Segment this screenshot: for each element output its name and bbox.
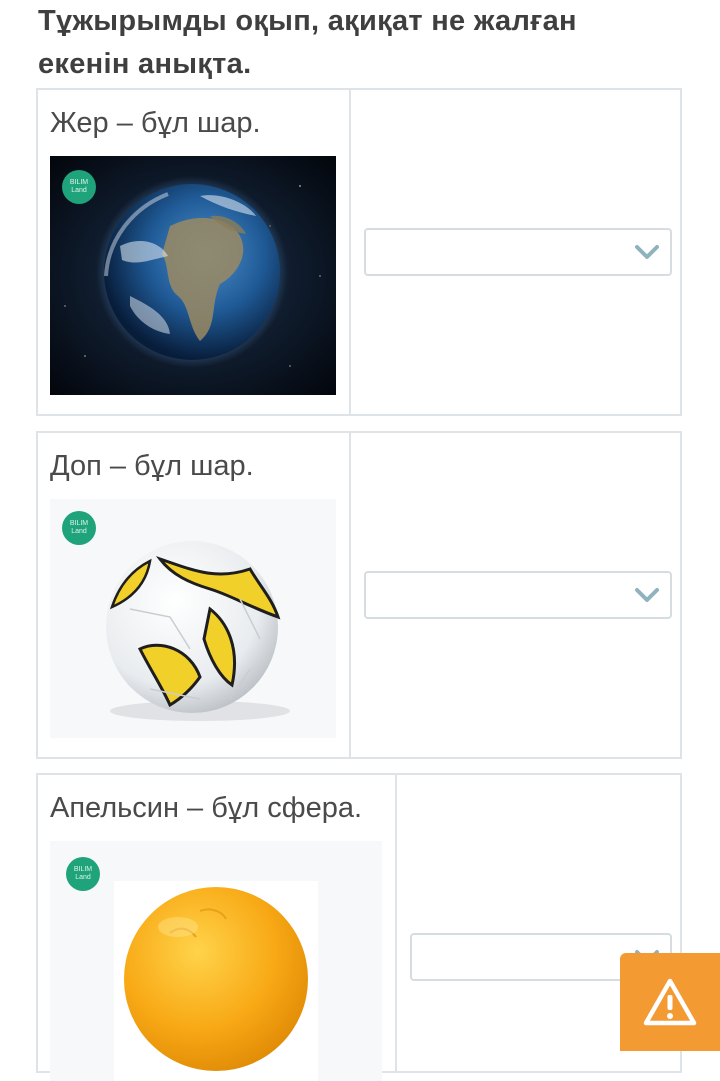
- statement-text-3: Апельсин – бұл сфера.: [50, 792, 363, 824]
- chevron-down-icon: [635, 588, 659, 602]
- statement-row-2: Доп – бұл шар. BILIM Land: [36, 431, 682, 759]
- report-problem-button[interactable]: [620, 953, 720, 1051]
- statement-cell-1: Жер – бұл шар. BILIM Land: [38, 90, 351, 414]
- statement-text-2: Доп – бұл шар.: [50, 450, 254, 482]
- task-title: Тұжырымды оқып, ақиқат не жалған екенін …: [38, 0, 678, 86]
- bilimland-logo: BILIM Land: [62, 511, 96, 545]
- statement-row-3: Апельсин – бұл сфера. BILIM Land: [36, 773, 682, 1081]
- statement-text-1: Жер – бұл шар.: [50, 107, 261, 139]
- bilimland-logo: BILIM Land: [62, 170, 96, 204]
- task-title-line2: екенін анықта.: [38, 48, 252, 80]
- true-false-dropdown-1[interactable]: [364, 228, 672, 276]
- statement-cell-3: Апельсин – бұл сфера. BILIM Land: [38, 775, 397, 1081]
- statement-row-1: Жер – бұл шар. BILIM Land: [36, 88, 682, 416]
- task-title-line1: Тұжырымды оқып, ақиқат не жалған: [38, 5, 577, 37]
- bilimland-logo: BILIM Land: [66, 857, 100, 891]
- orange-image: BILIM Land: [50, 841, 382, 1081]
- chevron-down-icon: [635, 245, 659, 259]
- earth-image: BILIM Land: [50, 156, 336, 395]
- statement-cell-2: Доп – бұл шар. BILIM Land: [38, 433, 351, 757]
- soccer-ball-image: BILIM Land: [50, 499, 336, 738]
- warning-icon: [643, 978, 697, 1026]
- orange-illustration: [114, 881, 318, 1081]
- true-false-dropdown-2[interactable]: [364, 571, 672, 619]
